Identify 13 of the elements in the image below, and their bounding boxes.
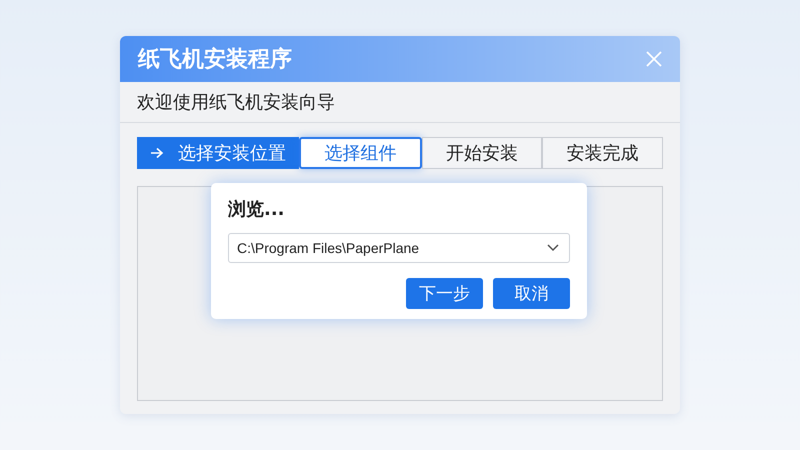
wizard-step-tab[interactable]: 安装完成 [542, 137, 664, 169]
chevron-down-icon [547, 244, 559, 252]
dialog-button[interactable]: 取消 [493, 278, 570, 309]
wizard-step-tab[interactable]: 开始安装 [422, 137, 542, 169]
window-title: 纸飞机安装程序 [138, 46, 292, 74]
arrow-icon [150, 147, 164, 159]
wizard-step-tab[interactable]: 选择安装位置 [137, 137, 300, 169]
dialog-title: 浏览... [228, 198, 286, 221]
welcome-text: 欢迎使用纸飞机安装向导 [137, 91, 335, 114]
path-dropdown[interactable]: C:\Program Files\PaperPlane [228, 233, 570, 263]
close-icon[interactable] [646, 51, 662, 67]
wizard-step-tab[interactable]: 选择组件 [299, 137, 422, 169]
dialog-button[interactable]: 下一步 [406, 278, 483, 309]
